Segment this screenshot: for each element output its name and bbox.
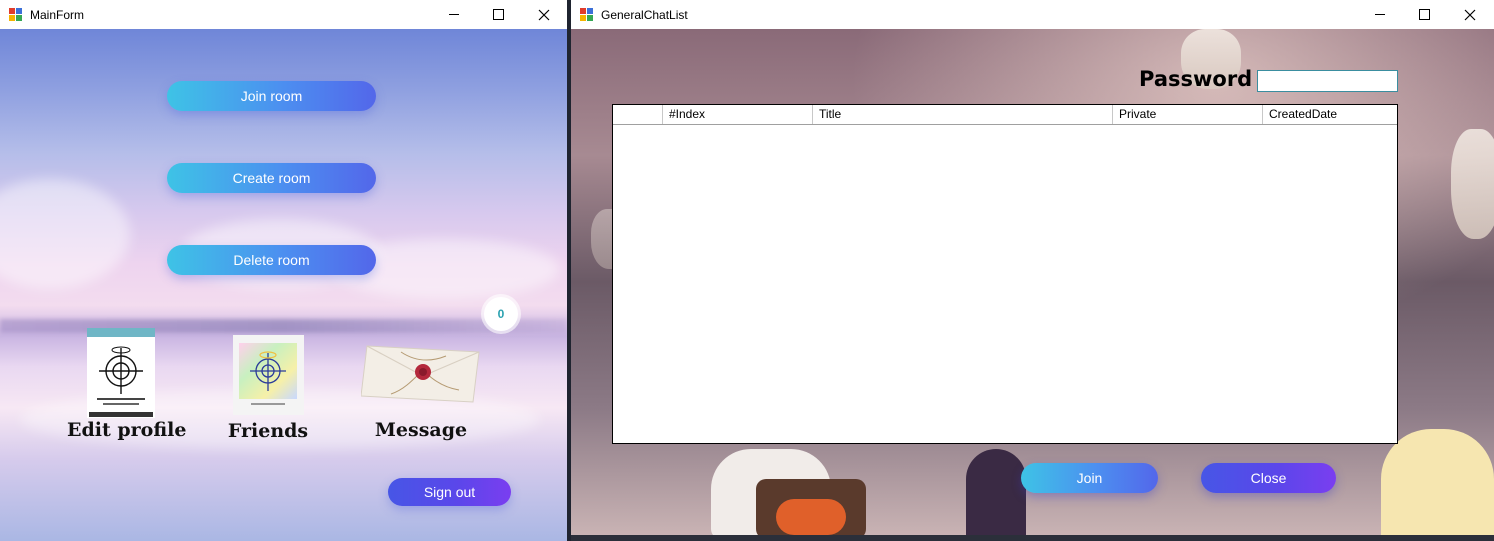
column-header-title[interactable]: Title xyxy=(813,105,1113,124)
edit-profile-image[interactable] xyxy=(87,328,155,418)
main-form-body: Join room Create room Delete room 0 Edit… xyxy=(0,29,567,541)
window-bottom-strip xyxy=(571,535,1494,541)
profile-card-icon xyxy=(87,328,155,418)
delete-room-label: Delete room xyxy=(233,252,310,268)
join-button[interactable]: Join xyxy=(1021,463,1158,493)
join-label: Join xyxy=(1076,470,1103,486)
message-image[interactable] xyxy=(360,342,481,406)
main-form-titlebar[interactable]: MainForm xyxy=(0,0,567,29)
close-icon xyxy=(1464,9,1476,20)
app-icon xyxy=(9,7,23,22)
close-window-button[interactable] xyxy=(1447,0,1493,29)
chat-list-titlebar[interactable]: GeneralChatList xyxy=(571,0,1494,29)
friends-label[interactable]: Friends xyxy=(222,420,314,442)
create-room-button[interactable]: Create room xyxy=(167,163,376,193)
chat-list-body: Password #Index Title Private CreatedDat… xyxy=(571,29,1494,535)
grid-header: #Index Title Private CreatedDate xyxy=(613,105,1397,125)
close-icon xyxy=(538,9,550,20)
maximize-button[interactable] xyxy=(1401,0,1447,29)
window-title: GeneralChatList xyxy=(601,7,688,22)
window-title: MainForm xyxy=(30,7,85,22)
minimize-button[interactable] xyxy=(431,0,477,29)
sign-out-button[interactable]: Sign out xyxy=(388,478,511,506)
row-header-column[interactable] xyxy=(613,105,663,124)
column-header-index[interactable]: #Index xyxy=(663,105,813,124)
character-blonde-art xyxy=(1381,429,1494,535)
column-header-private[interactable]: Private xyxy=(1113,105,1263,124)
room-list-grid[interactable]: #Index Title Private CreatedDate xyxy=(612,104,1398,444)
join-room-button[interactable]: Join room xyxy=(167,81,376,111)
horizon-line xyxy=(0,319,567,333)
edit-profile-label[interactable]: Edit profile xyxy=(67,419,186,441)
main-form-window: MainForm Join room Create room Delete ro… xyxy=(0,0,567,541)
character-hair-art xyxy=(966,449,1026,535)
message-label[interactable]: Message xyxy=(372,419,470,441)
minimize-button[interactable] xyxy=(1357,0,1403,29)
close-window-button[interactable] xyxy=(521,0,567,29)
delete-room-button[interactable]: Delete room xyxy=(167,245,376,275)
close-label: Close xyxy=(1250,470,1287,486)
lantern-decoration xyxy=(1451,129,1494,239)
password-input[interactable] xyxy=(1257,70,1398,92)
password-label: Password xyxy=(1139,67,1253,91)
general-chat-list-window: GeneralChatList Password #Index Title Pr… xyxy=(571,0,1494,541)
notification-count: 0 xyxy=(497,307,505,321)
friends-image[interactable] xyxy=(233,335,304,415)
cloud-decoration xyxy=(0,179,130,289)
app-icon xyxy=(580,7,594,22)
close-button[interactable]: Close xyxy=(1201,463,1336,493)
envelope-icon xyxy=(360,345,480,403)
shrimp-art xyxy=(776,499,846,535)
sign-out-label: Sign out xyxy=(423,484,476,500)
maximize-button[interactable] xyxy=(475,0,521,29)
column-header-createddate[interactable]: CreatedDate xyxy=(1263,105,1397,124)
create-room-label: Create room xyxy=(232,170,311,186)
friends-card-icon xyxy=(233,335,304,415)
notification-badge: 0 xyxy=(484,297,518,331)
join-room-label: Join room xyxy=(240,88,303,104)
